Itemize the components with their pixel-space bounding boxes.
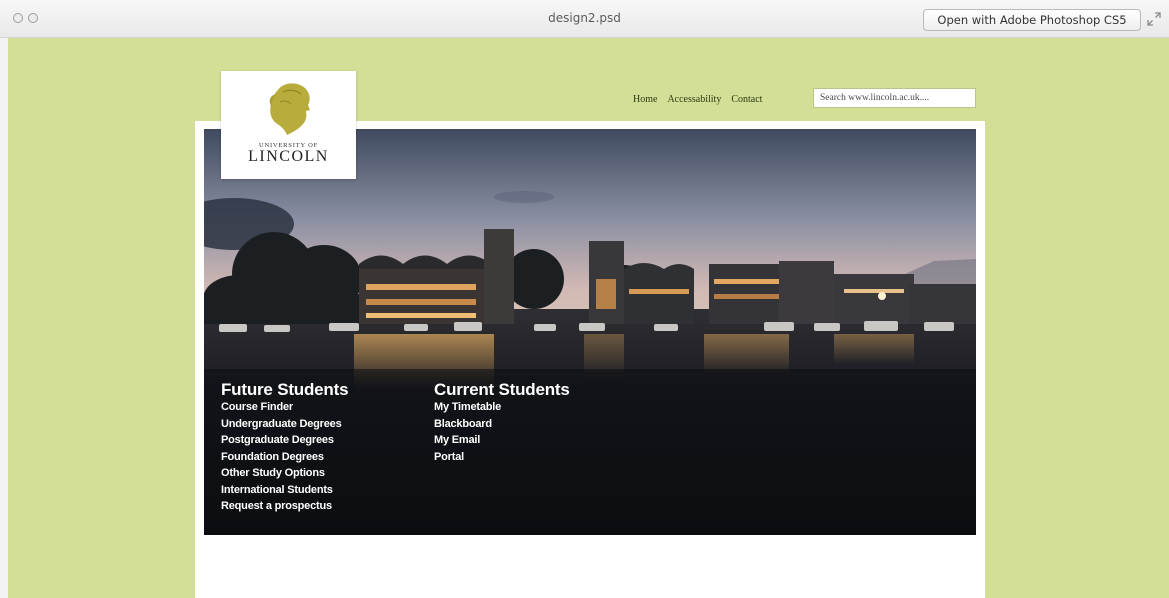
current-students-links: My Timetable Blackboard My Email Portal (434, 399, 570, 465)
link-request-a-prospectus[interactable]: Request a prospectus (221, 498, 348, 515)
hero-image: Future Students Course Finder Undergradu… (204, 129, 976, 535)
top-nav: Home Accessability Contact (633, 94, 762, 105)
current-students-heading[interactable]: Current Students (434, 380, 570, 400)
link-my-timetable[interactable]: My Timetable (434, 399, 570, 416)
link-foundation-degrees[interactable]: Foundation Degrees (221, 449, 348, 466)
design-canvas: UNIVERSITY OF LINCOLN Home Accessability… (8, 38, 1169, 598)
future-students-heading[interactable]: Future Students (221, 380, 349, 400)
quicklook-window: design2.psd Open with Adobe Photoshop CS… (0, 0, 1169, 598)
minerva-head-icon (269, 83, 310, 135)
nav-link-home[interactable]: Home (633, 94, 657, 105)
link-undergraduate-degrees[interactable]: Undergraduate Degrees (221, 416, 348, 433)
link-international-students[interactable]: International Students (221, 482, 348, 499)
future-students-links: Course Finder Undergraduate Degrees Post… (221, 399, 348, 515)
open-with-photoshop-button[interactable]: Open with Adobe Photoshop CS5 (923, 9, 1141, 31)
link-other-study-options[interactable]: Other Study Options (221, 465, 348, 482)
link-course-finder[interactable]: Course Finder (221, 399, 348, 416)
link-blackboard[interactable]: Blackboard (434, 416, 570, 433)
link-postgraduate-degrees[interactable]: Postgraduate Degrees (221, 432, 348, 449)
nav-link-contact[interactable]: Contact (731, 94, 762, 105)
site-search-input[interactable] (813, 88, 976, 108)
logo-text-lincoln: LINCOLN (248, 148, 329, 165)
future-students-section: Future Students Course Finder Undergradu… (221, 380, 349, 515)
nav-link-accessability[interactable]: Accessability (667, 94, 721, 105)
title-bar: design2.psd Open with Adobe Photoshop CS… (0, 0, 1169, 38)
link-portal[interactable]: Portal (434, 449, 570, 466)
current-students-section: Current Students My Timetable Blackboard… (434, 380, 570, 465)
university-logo[interactable]: UNIVERSITY OF LINCOLN (221, 71, 356, 179)
expand-arrows-icon[interactable] (1146, 11, 1162, 27)
link-my-email[interactable]: My Email (434, 432, 570, 449)
